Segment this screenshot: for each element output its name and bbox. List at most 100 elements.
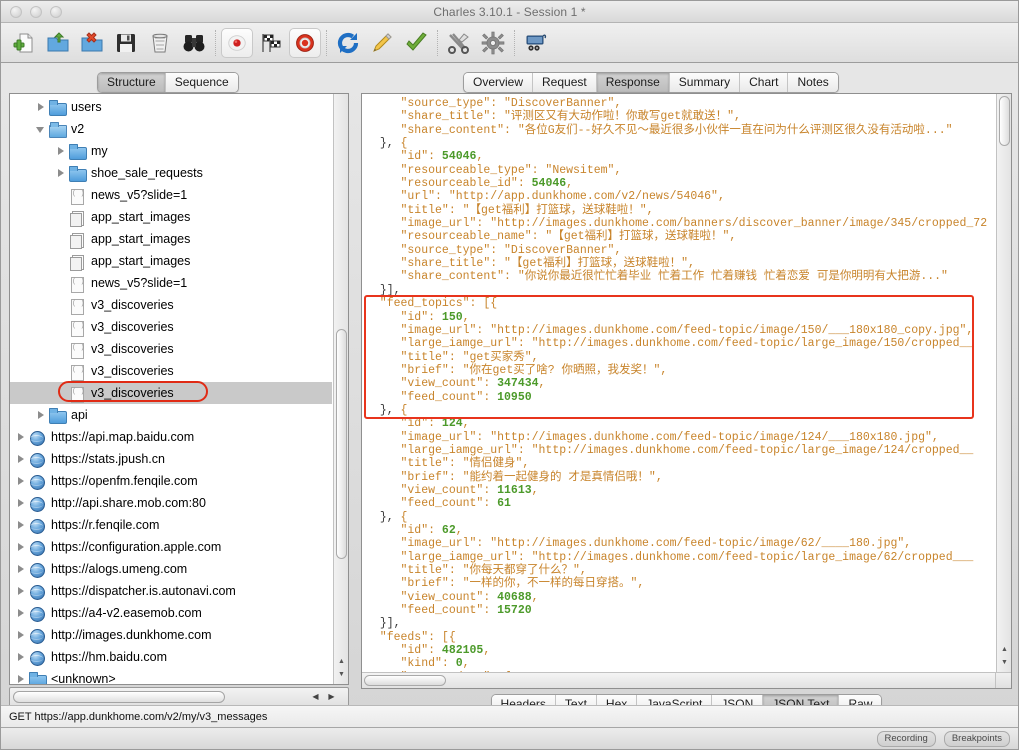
validate-icon[interactable] (399, 26, 433, 60)
chevron-right-icon[interactable] (16, 542, 27, 553)
save-session-icon[interactable] (109, 26, 143, 60)
chevron-right-icon[interactable] (16, 564, 27, 575)
tab-request[interactable]: Request (533, 73, 597, 92)
tab-chart[interactable]: Chart (740, 73, 789, 92)
tree-scroll-thumb[interactable] (336, 329, 347, 559)
tree-scroll-down-arrow[interactable]: ▼ (337, 671, 346, 679)
tree-item[interactable]: https://hm.baidu.com (10, 646, 332, 668)
json-horizontal-scrollbar[interactable] (362, 672, 995, 688)
tree-item[interactable]: https://stats.jpush.cn (10, 448, 332, 470)
tree-item-label: http://api.share.mob.com:80 (51, 496, 206, 510)
tree-item[interactable]: http://api.share.mob.com:80 (10, 492, 332, 514)
tree-vertical-scrollbar[interactable]: ▲ ▼ (333, 94, 348, 684)
structure-tree[interactable]: users v2 my shoe_sale_requests news_v5?slide… (10, 94, 332, 684)
tab-response[interactable]: Response (596, 73, 670, 92)
new-session-icon[interactable] (7, 26, 41, 60)
structure-sequence-tabs[interactable]: Structure Sequence (97, 72, 239, 93)
response-view-tabs[interactable]: Overview Request Response Summary Chart … (463, 72, 839, 93)
chevron-right-icon[interactable] (16, 608, 27, 619)
tree-item[interactable]: https://alogs.umeng.com (10, 558, 332, 580)
tree-item[interactable]: v3_discoveries (10, 382, 332, 404)
recording-status-badge[interactable]: Recording (876, 730, 936, 747)
chevron-down-icon[interactable] (36, 124, 47, 135)
close-session-icon[interactable] (75, 26, 109, 60)
tree-item[interactable]: v2 (10, 118, 332, 140)
repeat-icon[interactable] (331, 26, 365, 60)
globe-icon (29, 430, 46, 446)
tree-hscroll-right-arrow[interactable]: ▶ (325, 690, 338, 704)
tab-notes[interactable]: Notes (788, 73, 838, 92)
stop-icon[interactable] (289, 27, 321, 58)
json-text-content[interactable]: "source_type": "DiscoverBanner", "share_… (362, 94, 995, 672)
compose-icon[interactable] (365, 26, 399, 60)
find-icon[interactable] (177, 26, 211, 60)
json-scroll-thumb[interactable] (999, 96, 1010, 146)
json-line: "image_url": "http://images.dunkhome.com… (366, 323, 974, 337)
start-stop-throttling-icon[interactable] (254, 26, 288, 60)
chevron-right-icon[interactable] (56, 168, 67, 179)
chevron-right-icon[interactable] (16, 652, 27, 663)
breakpoints-status-badge[interactable]: Breakpoints (943, 730, 1010, 747)
json-line: "id": 54046, (366, 150, 484, 164)
clear-session-icon[interactable] (143, 26, 177, 60)
chevron-right-icon[interactable] (36, 102, 47, 113)
zoom-button[interactable] (50, 5, 62, 18)
chevron-right-icon[interactable] (16, 498, 27, 509)
tree-item[interactable]: https://openfm.fenqile.com (10, 470, 332, 492)
tree-item[interactable]: https://configuration.apple.com (10, 536, 332, 558)
chevron-right-icon[interactable] (56, 146, 67, 157)
minimize-button[interactable] (30, 5, 42, 18)
tree-item[interactable]: app_start_images (10, 250, 332, 272)
tree-item[interactable]: v3_discoveries (10, 338, 332, 360)
chevron-right-icon[interactable] (16, 432, 27, 443)
tree-item[interactable]: news_v5?slide=1 (10, 272, 332, 294)
tree-item[interactable]: v3_discoveries (10, 294, 332, 316)
tree-hscroll-thumb[interactable] (13, 691, 225, 703)
dvd-icon[interactable] (519, 26, 553, 60)
tree-item[interactable]: app_start_images (10, 228, 332, 250)
json-vertical-scrollbar[interactable]: ▲ ▼ (996, 94, 1011, 672)
tree-hscroll-left-arrow[interactable]: ◀ (309, 690, 322, 704)
tree-item[interactable]: api (10, 404, 332, 426)
chevron-right-icon[interactable] (16, 454, 27, 465)
json-scroll-down-arrow[interactable]: ▼ (1000, 659, 1009, 667)
chevron-right-icon[interactable] (16, 586, 27, 597)
tree-item[interactable]: http://images.dunkhome.com (10, 624, 332, 646)
tab-sequence[interactable]: Sequence (165, 73, 238, 92)
tree-item[interactable]: v3_discoveries (10, 316, 332, 338)
tree-item[interactable]: shoe_sale_requests (10, 162, 332, 184)
tree-item[interactable]: v3_discoveries (10, 360, 332, 382)
chevron-right-icon[interactable] (16, 674, 27, 685)
doc2-icon (69, 254, 86, 271)
tree-item[interactable]: app_start_images (10, 206, 332, 228)
json-hscroll-thumb[interactable] (364, 675, 446, 686)
tree-item[interactable]: users (10, 96, 332, 118)
chevron-right-icon[interactable] (16, 476, 27, 487)
record-icon[interactable] (221, 27, 253, 58)
window-controls[interactable] (10, 5, 62, 18)
globe-icon (29, 628, 46, 644)
tree-horizontal-scrollbar[interactable]: ◀ ▶ (9, 687, 349, 707)
tree-item[interactable]: https://dispatcher.is.autonavi.com (10, 580, 332, 602)
tree-item[interactable]: https://api.map.baidu.com (10, 426, 332, 448)
close-button[interactable] (10, 5, 22, 18)
json-line: "share_content": "你说你最近很忙忙着毕业 忙着工作 忙着赚钱 … (366, 270, 948, 284)
open-session-icon[interactable] (41, 26, 75, 60)
tree-item[interactable]: https://r.fenqile.com (10, 514, 332, 536)
tree-scroll-up-arrow[interactable]: ▲ (337, 658, 346, 666)
tree-item[interactable]: news_v5?slide=1 (10, 184, 332, 206)
tree-item[interactable]: <unknown> (10, 668, 332, 684)
tab-summary[interactable]: Summary (669, 73, 741, 92)
tree-item[interactable]: my (10, 140, 332, 162)
json-line: }, { (379, 137, 408, 151)
chevron-right-icon[interactable] (16, 630, 27, 641)
tab-overview[interactable]: Overview (464, 73, 534, 92)
tools-icon[interactable] (442, 26, 476, 60)
tab-structure[interactable]: Structure (98, 73, 166, 92)
json-scroll-up-arrow[interactable]: ▲ (1000, 646, 1009, 654)
chevron-right-icon[interactable] (36, 410, 47, 421)
settings-icon[interactable] (476, 26, 510, 60)
tree-item[interactable]: https://a4-v2.easemob.com (10, 602, 332, 624)
chevron-right-icon[interactable] (16, 520, 27, 531)
